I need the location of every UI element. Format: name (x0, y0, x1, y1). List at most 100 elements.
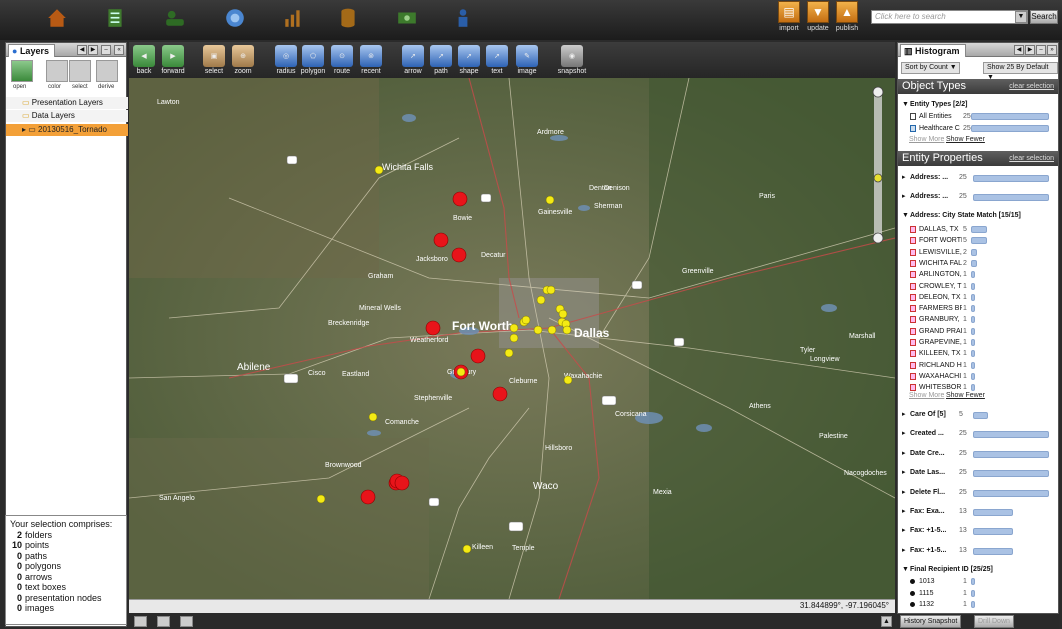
show-more-link[interactable]: Show More (909, 392, 944, 399)
tree-item-tornado-layer[interactable]: ▸ ▭ 20130516_Tornado (6, 124, 128, 136)
final-recipient-group[interactable]: ▼ Final Recipient ID [25/25] (902, 564, 1056, 576)
property-row[interactable]: ▸ Address: ... 25 (902, 172, 1056, 184)
property-row[interactable]: ▸ Care Of [5] 5 (902, 409, 1056, 421)
yellow-marker[interactable] (368, 412, 378, 422)
collapse-icon[interactable]: » (1047, 45, 1057, 55)
text-button[interactable]: ➚ text (484, 45, 510, 78)
recent-button[interactable]: ⊚ recent (358, 45, 384, 78)
city-row[interactable]: ARLINGTON, 1 (910, 269, 1056, 280)
property-row[interactable]: ▸ Delete Fl... 25 (902, 487, 1056, 499)
derive-tool-button[interactable] (96, 60, 118, 82)
arrow-button[interactable]: ➚ arrow (400, 45, 426, 78)
open-tool-button[interactable] (11, 60, 33, 82)
recipient-row[interactable]: 1115 1 (910, 588, 1056, 599)
path-button[interactable]: ➚ path (428, 45, 454, 78)
tree-item-data-layers[interactable]: ▭ Data Layers (6, 110, 128, 122)
prev-icon[interactable]: ◀ (1014, 45, 1024, 55)
collapse-icon[interactable]: « (114, 45, 124, 55)
globe-view-icon[interactable] (134, 616, 147, 627)
property-row[interactable]: ▸ Fax: Exa... 13 (902, 506, 1056, 518)
property-row[interactable]: ▸ Created ... 25 (902, 428, 1056, 440)
color-tool-button[interactable] (46, 60, 68, 82)
property-row[interactable]: ▸ Date Las... 25 (902, 467, 1056, 479)
yellow-marker[interactable] (509, 333, 519, 343)
show-select[interactable]: Show 25 By Default ▼ (983, 62, 1058, 81)
property-row[interactable]: ▸ Fax: +1-5... 13 (902, 525, 1056, 537)
search-input[interactable]: Click here to search (871, 10, 1028, 24)
map-view-icon[interactable] (180, 616, 193, 627)
zoom-slider[interactable] (872, 86, 884, 244)
forward-button[interactable]: ▶ forward (160, 45, 186, 78)
city-row[interactable]: DELEON, TX 1 (910, 292, 1056, 303)
red-marker[interactable] (425, 320, 441, 336)
map-canvas[interactable]: Wichita Falls Fort Worth Dallas Abilene … (129, 78, 895, 599)
yellow-marker[interactable] (374, 165, 384, 175)
red-marker[interactable] (433, 232, 449, 248)
yellow-marker[interactable] (545, 195, 555, 205)
select-button[interactable]: ▣ select (201, 45, 227, 78)
recipient-row[interactable]: 1132 1 (910, 599, 1056, 610)
recipient-row[interactable]: 1013 1 (910, 576, 1056, 587)
city-row[interactable]: RICHLAND H1 (910, 360, 1056, 371)
publish-button[interactable]: ▲ publish (832, 1, 862, 39)
red-marker[interactable] (394, 475, 410, 491)
yellow-marker[interactable] (456, 367, 466, 377)
red-marker[interactable] (451, 247, 467, 263)
route-button[interactable]: ⊙ route (329, 45, 355, 78)
polygon-button[interactable]: ⬠ polygon (300, 45, 326, 78)
minimize-icon[interactable]: – (101, 45, 111, 55)
grid-view-icon[interactable] (157, 616, 170, 627)
home-icon[interactable] (42, 5, 72, 31)
select-tool-button[interactable] (69, 60, 91, 82)
clear-selection-link[interactable]: clear selection (1009, 82, 1054, 91)
zoom-button[interactable]: ⊕ zoom (230, 45, 256, 78)
yellow-marker[interactable] (533, 325, 543, 335)
database-icon[interactable] (333, 5, 363, 31)
yellow-marker[interactable] (462, 544, 472, 554)
sort-select[interactable]: Sort by Count ▼ (901, 62, 960, 74)
search-dropdown-icon[interactable]: ▼ (1015, 11, 1027, 23)
histogram-row[interactable]: Healthcare C 25 (910, 123, 1056, 134)
money-icon[interactable] (392, 5, 422, 31)
show-more-link[interactable]: Show More (909, 136, 944, 143)
back-button[interactable]: ◀ back (131, 45, 157, 78)
tab-layers[interactable]: ● Layers (8, 44, 55, 57)
city-row[interactable]: FARMERS BR 1 (910, 303, 1056, 314)
show-fewer-link[interactable]: Show Fewer (946, 392, 985, 399)
history-snapshot-button[interactable]: History Snapshot (900, 615, 962, 628)
yellow-marker[interactable] (509, 323, 519, 333)
expand-icon[interactable]: ▲ (881, 616, 892, 627)
yellow-marker[interactable] (547, 325, 557, 335)
city-row[interactable]: GRANBURY, 1 (910, 314, 1056, 325)
property-row[interactable]: ▸ Date Cre... 25 (902, 448, 1056, 460)
yellow-marker[interactable] (546, 285, 556, 295)
city-row[interactable]: DALLAS, TX 5 (910, 224, 1056, 235)
city-row[interactable]: GRAPEVINE, 1 (910, 337, 1056, 348)
city-row[interactable]: WAXAHACHI 1 (910, 371, 1056, 382)
city-row[interactable]: GRAND PRAI 1 (910, 326, 1056, 337)
city-row[interactable]: FORT WORTH 5 (910, 235, 1056, 246)
snapshot-button[interactable]: ◉ snapshot (557, 45, 587, 78)
red-marker[interactable] (492, 386, 508, 402)
report-icon[interactable] (100, 5, 130, 31)
yellow-marker[interactable] (562, 325, 572, 335)
shape-button[interactable]: ➚ shape (456, 45, 482, 78)
entity-types-group[interactable]: ▼ Entity Types [2/2] (902, 99, 1056, 111)
show-fewer-link[interactable]: Show Fewer (946, 136, 985, 143)
users-icon[interactable] (160, 5, 190, 31)
red-marker[interactable] (470, 348, 486, 364)
city-row[interactable]: WICHITA FAL 2 (910, 258, 1056, 269)
chart-icon[interactable] (278, 5, 308, 31)
yellow-marker[interactable] (504, 348, 514, 358)
city-row[interactable]: CROWLEY, T1 (910, 281, 1056, 292)
next-icon[interactable]: ▶ (1025, 45, 1035, 55)
update-button[interactable]: ▼ update (803, 1, 833, 39)
prev-icon[interactable]: ◀ (77, 45, 87, 55)
import-button[interactable]: ▤ import (774, 1, 804, 39)
clear-selection-link[interactable]: clear selection (1009, 154, 1054, 163)
yellow-marker[interactable] (536, 295, 546, 305)
city-row[interactable]: LEWISVILLE, 2 (910, 247, 1056, 258)
red-marker[interactable] (360, 489, 376, 505)
radius-button[interactable]: ◎ radius (273, 45, 299, 78)
yellow-marker[interactable] (521, 315, 531, 325)
